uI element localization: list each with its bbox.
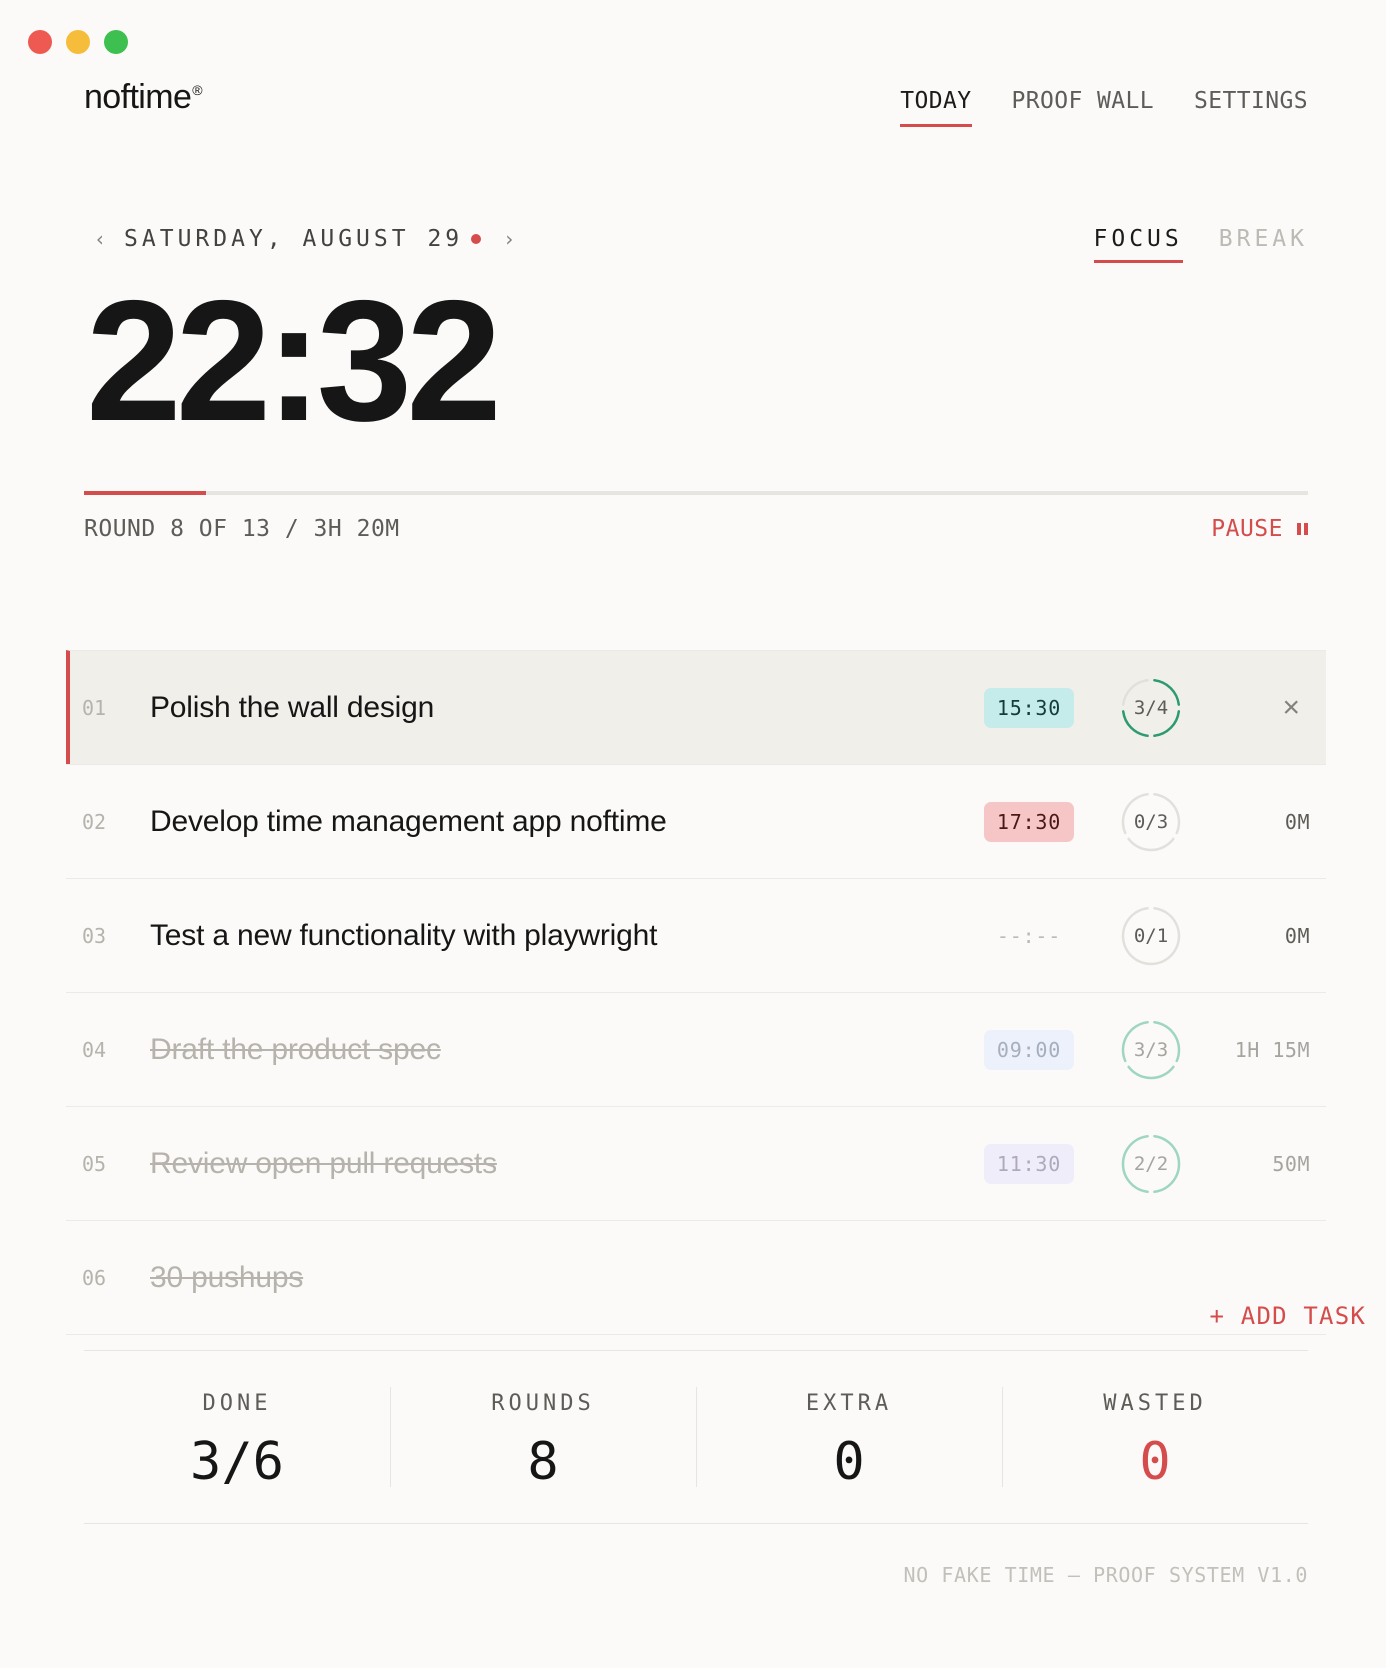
stat-done: DONE 3/6 [84,1351,390,1523]
task-title[interactable]: Polish the wall design [150,691,434,725]
task-time-spent: 0M [1284,923,1310,948]
task-rounds-ring[interactable]: 0/3 [1120,791,1182,853]
task-rounds-label: 3/3 [1133,1039,1169,1061]
task-time-badge[interactable]: 11:30 [984,1144,1074,1184]
task-rounds-label: 0/1 [1133,925,1169,947]
close-icon[interactable]: × [1282,691,1300,725]
nav-settings[interactable]: SETTINGS [1194,88,1308,127]
nav-today[interactable]: TODAY [900,88,972,127]
task-list: 01 Polish the wall design 15:30 3/4 × 02 Devel… [66,650,1326,1335]
round-info: ROUND 8 OF 13 / 3H 20M [84,516,400,542]
stat-value: 3/6 [190,1432,284,1492]
stat-label: EXTRA [805,1391,893,1416]
task-time-spent: 1H 15M [1234,1037,1310,1062]
today-indicator-dot [471,234,482,244]
task-title[interactable]: Review open pull requests [150,1147,497,1181]
task-rounds-label: 2/2 [1133,1153,1169,1175]
task-rounds-ring[interactable]: 2/2 [1120,1133,1182,1195]
task-time-spent: 0M [1284,809,1310,834]
mode-tabs: FOCUS BREAK [1093,226,1309,263]
task-time-badge[interactable]: 09:00 [984,1030,1074,1070]
task-rounds-label: 0/3 [1133,811,1169,833]
logo-registered-mark: ® [192,82,203,98]
pause-icon [1297,523,1308,535]
round-progress-bar [84,491,1308,495]
footer-text: NO FAKE TIME — PROOF SYSTEM V1.0 [903,1563,1308,1587]
task-row[interactable]: 06 30 pushups [66,1220,1326,1335]
task-rounds-ring[interactable]: 0/1 [1120,905,1182,967]
task-row[interactable]: 05 Review open pull requests 11:30 2/2 50M [66,1106,1326,1220]
stat-value: 8 [527,1432,559,1492]
task-title[interactable]: Draft the product spec [150,1033,441,1067]
stat-label: DONE [202,1391,272,1416]
current-date: SATURDAY, AUGUST 29 [124,226,464,252]
task-rounds-label: 3/4 [1133,697,1169,719]
logo-text: noftime [84,78,192,116]
task-title[interactable]: Develop time management app noftime [150,805,667,839]
task-time-spent: 50M [1272,1151,1310,1176]
daily-stats: DONE 3/6 ROUNDS 8 EXTRA 0 WASTED 0 [84,1350,1308,1524]
add-task-button[interactable]: + ADD TASK [1210,1302,1367,1330]
task-row[interactable]: 02 Develop time management app noftime 17:… [66,764,1326,878]
maximize-window-button[interactable] [104,30,128,54]
stat-label: WASTED [1103,1391,1207,1416]
next-day-chevron-icon[interactable]: › [503,227,515,251]
stat-extra: EXTRA 0 [696,1351,1002,1523]
stat-value: 0 [1139,1432,1171,1492]
task-number: 05 [82,1151,107,1176]
task-time-badge[interactable]: --:-- [984,916,1074,956]
countdown-timer: 22:32 [86,265,502,457]
top-nav: TODAY PROOF WALL SETTINGS [900,88,1308,127]
task-time-badge[interactable]: 15:30 [984,688,1074,728]
nav-proof-wall[interactable]: PROOF WALL [1012,88,1154,127]
task-time-badge[interactable]: 17:30 [984,802,1074,842]
round-progress-fill [84,491,207,495]
task-row[interactable]: 01 Polish the wall design 15:30 3/4 × [66,650,1326,764]
task-rounds-ring[interactable]: 3/4 [1120,677,1182,739]
app-logo[interactable]: noftime® [84,78,203,117]
date-navigator: ‹ SATURDAY, AUGUST 29 › [94,226,515,252]
close-window-button[interactable] [28,30,52,54]
task-row[interactable]: 04 Draft the product spec 09:00 3/3 1H 15M [66,992,1326,1106]
task-number: 03 [82,923,107,948]
task-number: 06 [82,1265,107,1290]
window-controls [28,30,128,54]
minimize-window-button[interactable] [66,30,90,54]
pause-label: PAUSE [1211,516,1283,542]
task-number: 02 [82,809,107,834]
task-row[interactable]: 03 Test a new functionality with playwrig… [66,878,1326,992]
stat-label: ROUNDS [491,1391,595,1416]
task-title[interactable]: 30 pushups [150,1261,303,1295]
task-number: 04 [82,1037,107,1062]
prev-day-chevron-icon[interactable]: ‹ [94,227,106,251]
tab-focus[interactable]: FOCUS [1093,226,1183,263]
task-rounds-ring[interactable]: 3/3 [1120,1019,1182,1081]
task-number: 01 [82,695,107,720]
task-title[interactable]: Test a new functionality with playwright [150,919,657,953]
stat-wasted: WASTED 0 [1002,1351,1308,1523]
stat-value: 0 [833,1432,865,1492]
stat-rounds: ROUNDS 8 [390,1351,696,1523]
tab-break[interactable]: BREAK [1219,226,1308,263]
pause-button[interactable]: PAUSE [1211,516,1308,542]
app-window: noftime® TODAY PROOF WALL SETTINGS ‹ SAT… [0,0,1386,1668]
